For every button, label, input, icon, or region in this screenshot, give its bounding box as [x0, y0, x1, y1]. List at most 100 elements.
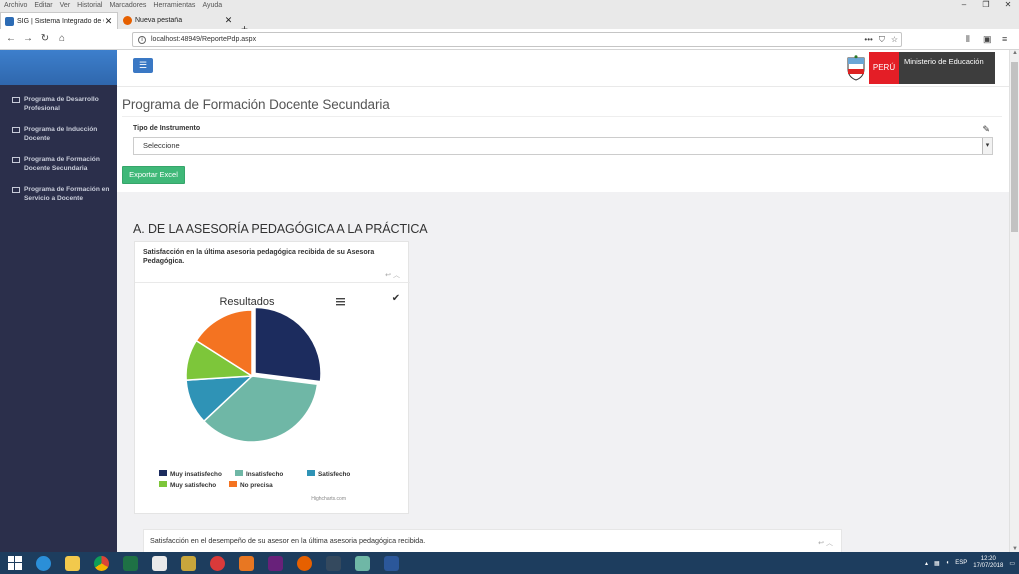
export-excel-button[interactable]: Exportar Excel: [122, 166, 185, 184]
scroll-up-icon[interactable]: ▲: [1010, 50, 1019, 56]
chart-icon: [12, 127, 20, 133]
legend-swatch: [307, 470, 315, 476]
section-title: A. DE LA ASESORÍA PEDAGÓGICA A LA PRÁCTI…: [133, 222, 428, 236]
back-icon[interactable]: ←: [4, 32, 18, 46]
reply-icon[interactable]: ↩: [818, 540, 824, 547]
page-actions-icon[interactable]: •••: [864, 33, 872, 46]
minedu-logo: PERÚ Ministerio de Educación: [842, 52, 995, 84]
navigation-bar: ← → ↻ ⌂ i localhost:48949/ReportePdp.asp…: [0, 29, 1019, 50]
legend-label: Satisfecho: [318, 471, 350, 478]
restore-icon[interactable]: ❐: [975, 0, 997, 10]
chart-icon: [12, 97, 20, 103]
url-text: localhost:48949/ReportePdp.aspx: [151, 36, 257, 43]
sidebar-item-label: Programa de Desarrollo Profesional: [24, 96, 99, 112]
sidebar-item-desarrollo[interactable]: Programa de Desarrollo Profesional: [0, 89, 117, 119]
tab-sig[interactable]: SIG | Sistema Integrado de Ges ✕: [0, 12, 118, 29]
chart-icon: [12, 187, 20, 193]
mail-app-icon[interactable]: [203, 552, 232, 574]
pie-slice-muy-insatisfecho[interactable]: [254, 306, 322, 383]
language-indicator[interactable]: ESP: [955, 560, 967, 566]
card-divider: [135, 282, 410, 283]
site-info-icon[interactable]: i: [138, 35, 146, 44]
instrument-select[interactable]: Seleccione ▾: [133, 137, 993, 155]
chart-credits[interactable]: Highcharts.com: [311, 496, 346, 502]
bookmark-star-icon[interactable]: ☆: [891, 33, 898, 46]
menu-herramientas[interactable]: Herramientas: [153, 2, 195, 9]
windows-start-icon[interactable]: [0, 552, 29, 574]
legend-item[interactable]: No precisa: [229, 481, 273, 489]
visual-studio-icon[interactable]: [261, 552, 290, 574]
ministry-label: Ministerio de Educación: [899, 52, 995, 84]
system-tray: ▴ ▦ ◖ ESP 12:20 17/07/2018 ▭: [925, 552, 1015, 574]
menu-historial[interactable]: Historial: [77, 2, 102, 9]
legend-item[interactable]: Muy insatisfecho: [159, 470, 222, 478]
media-app-icon[interactable]: [232, 552, 261, 574]
sidebar-item-label: Programa de Formación en Servicio a Doce…: [24, 186, 110, 202]
sql-tool-icon[interactable]: [319, 552, 348, 574]
library-icon[interactable]: ⫴: [966, 32, 970, 46]
header-divider: [117, 86, 1009, 87]
page-scrollbar[interactable]: ▲ ▼: [1009, 50, 1019, 552]
legend-label: Muy satisfecho: [170, 482, 216, 489]
card-controls: ↩ ︿: [385, 270, 400, 280]
close-tab-icon[interactable]: ✕: [104, 16, 113, 27]
legend-item[interactable]: Muy satisfecho: [159, 481, 216, 489]
chrome-icon[interactable]: [87, 552, 116, 574]
legend-item[interactable]: Insatisfecho: [235, 470, 283, 478]
menu-ayuda[interactable]: Ayuda: [202, 2, 222, 9]
notifications-icon[interactable]: ▭: [1009, 560, 1015, 567]
ie-icon[interactable]: [29, 552, 58, 574]
card-controls: ↩ ︿: [818, 538, 833, 548]
legend-item[interactable]: Satisfecho: [307, 470, 350, 478]
sidebar-item-secundaria[interactable]: Programa de Formación Docente Secundaria: [0, 149, 117, 179]
minimize-icon[interactable]: –: [953, 0, 975, 10]
clock[interactable]: 12:20 17/07/2018: [973, 556, 1003, 570]
forward-icon[interactable]: →: [21, 32, 35, 46]
main-content: ☰ PERÚ Ministerio de Educación Programa …: [117, 50, 1009, 555]
pocket-icon[interactable]: ⛉: [879, 33, 885, 46]
collapse-icon[interactable]: ︿: [393, 272, 400, 279]
filter-card: Tipo de Instrumento ✎ Seleccione ▾: [122, 116, 1002, 192]
hamburger-menu-icon[interactable]: ≡: [1002, 32, 1007, 46]
pie-chart: Resultados ✔ Muy insatisfecho Insatisfech…: [159, 293, 400, 502]
home-app-icon[interactable]: [145, 552, 174, 574]
sidebar-item-induccion[interactable]: Programa de Inducción Docente: [0, 119, 117, 149]
menu-ver[interactable]: Ver: [60, 2, 71, 9]
word-icon[interactable]: [377, 552, 406, 574]
scroll-thumb[interactable]: [1011, 62, 1018, 232]
menu-editar[interactable]: Editar: [34, 2, 52, 9]
reply-icon[interactable]: ↩: [385, 272, 391, 279]
export-menu-icon[interactable]: [336, 298, 345, 306]
home-icon[interactable]: ⌂: [55, 32, 69, 46]
volume-icon[interactable]: ◖: [946, 560, 950, 566]
reload-icon[interactable]: ↻: [38, 32, 52, 46]
edit-chart-icon[interactable]: ✔: [392, 293, 400, 304]
firefox-icon[interactable]: [290, 552, 319, 574]
sidebar-item-servicio[interactable]: Programa de Formación en Servicio a Doce…: [0, 179, 117, 209]
menu-archivo[interactable]: Archivo: [4, 2, 27, 9]
tools-app-icon[interactable]: [174, 552, 203, 574]
edit-icon[interactable]: ✎: [982, 124, 990, 135]
clock-date: 17/07/2018: [973, 563, 1004, 569]
menu-marcadores[interactable]: Marcadores: [109, 2, 146, 9]
window-controls: – ❐ ✕: [953, 0, 1019, 10]
chart-icon: [12, 157, 20, 163]
notes-app-icon[interactable]: [348, 552, 377, 574]
tab-nueva[interactable]: Nueva pestaña ✕: [119, 12, 237, 29]
network-icon[interactable]: ▦: [934, 560, 940, 567]
close-tab-icon[interactable]: ✕: [224, 15, 233, 26]
windows-taskbar: ▴ ▦ ◖ ESP 12:20 17/07/2018 ▭: [0, 552, 1019, 574]
tab-bar: SIG | Sistema Integrado de Ges ✕ Nueva p…: [0, 10, 1019, 36]
chevron-down-icon[interactable]: ▾: [982, 138, 992, 154]
collapse-icon[interactable]: ︿: [826, 540, 833, 547]
toggle-sidebar-button[interactable]: ☰: [133, 58, 153, 73]
sidebar-toggle-icon[interactable]: ▣: [983, 32, 992, 46]
file-explorer-icon[interactable]: [58, 552, 87, 574]
peru-label: PERÚ: [869, 52, 899, 84]
excel-icon[interactable]: [116, 552, 145, 574]
tray-arrow-icon[interactable]: ▴: [925, 560, 928, 567]
url-bar[interactable]: i localhost:48949/ReportePdp.aspx ••• ⛉ …: [132, 32, 902, 47]
legend-swatch: [229, 481, 237, 487]
chart-card: Satisfacción en la última asesoria pedag…: [134, 241, 410, 514]
close-window-icon[interactable]: ✕: [997, 0, 1019, 10]
